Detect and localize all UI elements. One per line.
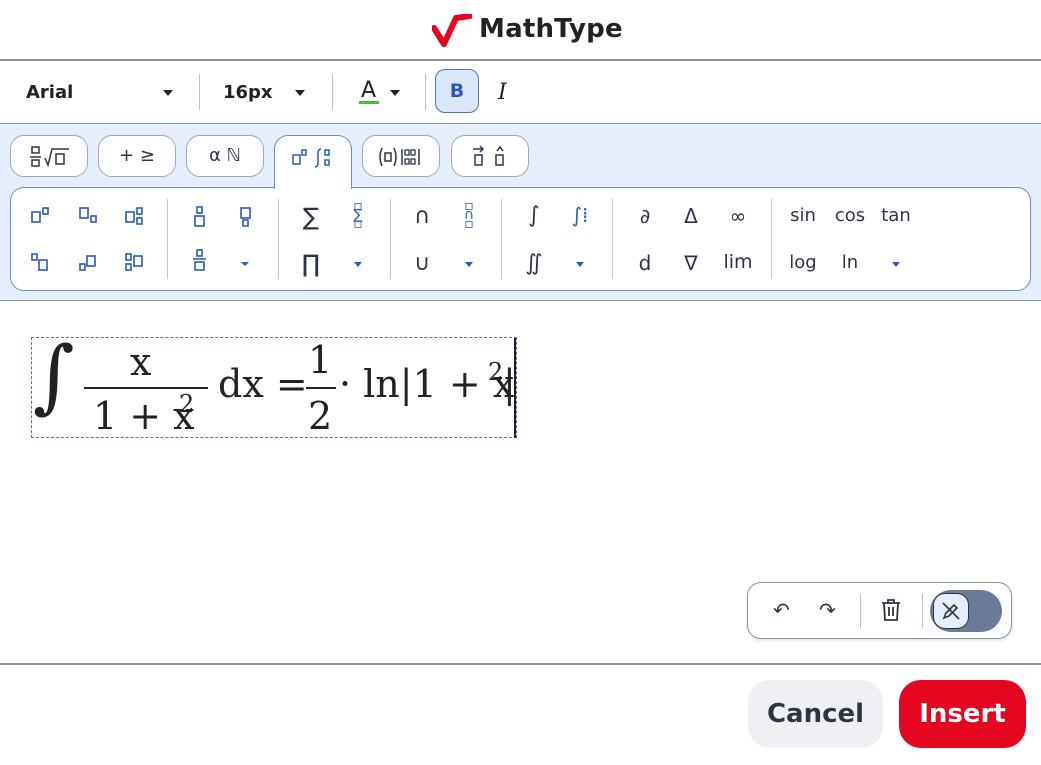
double-integral-button[interactable]: ∬ — [514, 251, 554, 276]
divider — [860, 594, 861, 628]
half-fraction-bar — [306, 387, 336, 389]
script-templates-icon[interactable] — [28, 204, 158, 284]
trash-icon[interactable] — [880, 598, 902, 622]
nabla-button[interactable]: ∇ — [671, 251, 711, 275]
color-chevron-down-icon[interactable] — [390, 90, 400, 96]
undo-icon[interactable]: ↶ — [773, 598, 790, 622]
under-over-templates-icon[interactable] — [190, 204, 260, 284]
italic-button[interactable]: I — [498, 80, 507, 105]
fraction-radical-icon — [30, 146, 69, 168]
text-color-button[interactable]: A — [361, 78, 376, 103]
divider — [199, 74, 200, 110]
mathtype-logo-icon — [432, 14, 472, 47]
format-toolbar — [0, 62, 1041, 123]
integral-more-chevron-icon[interactable] — [576, 262, 584, 267]
divider — [922, 594, 923, 628]
union-button[interactable]: ∪ — [402, 251, 442, 276]
fraction-bar — [84, 387, 208, 389]
half-denominator: 2 — [308, 394, 333, 438]
divider — [332, 74, 333, 110]
tab-symbols[interactable]: α ℕ — [186, 135, 264, 177]
tab-fractions[interactable] — [10, 135, 88, 177]
half-numerator: 1 — [308, 338, 333, 382]
divider — [167, 199, 168, 279]
limit-button[interactable]: lim — [718, 251, 758, 273]
partial-button[interactable]: ∂ — [625, 204, 665, 228]
tab-accents[interactable] — [451, 135, 529, 177]
set-more-chevron-icon[interactable] — [465, 262, 473, 267]
font-chevron-down-icon[interactable] — [163, 90, 173, 96]
brackets-matrix-icon — [379, 147, 420, 167]
app-title: MathType — [479, 14, 623, 44]
header: MathType — [0, 0, 1041, 60]
divider — [425, 74, 426, 110]
vector-hat-icon — [473, 145, 504, 166]
ln-button[interactable]: ln — [830, 252, 870, 273]
integral-button[interactable]: ∫ — [514, 203, 554, 228]
palette-divider — [0, 300, 1041, 301]
sum-button[interactable]: ∑ — [291, 203, 331, 231]
header-divider — [0, 59, 1041, 61]
cos-button[interactable]: cos — [830, 205, 870, 226]
divider — [501, 199, 502, 279]
dx-equals: dx = — [218, 362, 308, 406]
divider — [278, 199, 279, 279]
tan-button[interactable]: tan — [876, 205, 916, 226]
size-select[interactable]: 16px — [223, 82, 273, 103]
integral-sign: ∫ — [33, 329, 75, 422]
divider — [612, 199, 613, 279]
ln-exponent: 2 — [488, 358, 504, 386]
log-button[interactable]: log — [783, 252, 823, 273]
tab-operators[interactable]: + ≥ — [98, 135, 176, 177]
intersection-limits-button[interactable]: ▫ ∩ ▫ — [449, 199, 489, 231]
functions-more-chevron-icon[interactable] — [892, 262, 900, 267]
color-underline — [359, 101, 379, 104]
infinity-button[interactable]: ∞ — [718, 204, 758, 228]
text-cursor — [514, 338, 516, 438]
integral-limits-button[interactable]: ∫⁞ — [560, 203, 600, 227]
script-integral-icon — [292, 148, 330, 168]
handwriting-toggle-knob[interactable] — [933, 593, 969, 629]
tab-scripts-calculus[interactable] — [274, 135, 352, 189]
numerator: x — [130, 340, 152, 384]
size-chevron-down-icon[interactable] — [295, 90, 305, 96]
divider — [390, 199, 391, 279]
intersection-button[interactable]: ∩ — [402, 204, 442, 229]
sum-limits-button[interactable]: ▫ ∑ ▫ — [338, 199, 378, 231]
bold-button[interactable]: B — [435, 69, 479, 113]
divider — [771, 199, 772, 279]
differential-button[interactable]: d — [625, 251, 665, 275]
footer-divider — [0, 663, 1041, 665]
font-select[interactable]: Arial — [26, 82, 73, 103]
delta-button[interactable]: Δ — [671, 204, 711, 228]
handwriting-icon — [942, 602, 960, 620]
sum-more-chevron-icon[interactable] — [354, 262, 362, 267]
insert-button[interactable]: Insert — [899, 680, 1026, 748]
sin-button[interactable]: sin — [783, 205, 823, 226]
denominator-exponent: 2 — [179, 390, 195, 418]
redo-icon[interactable]: ↷ — [819, 598, 836, 622]
tab-brackets-matrices[interactable] — [362, 135, 440, 177]
cancel-button[interactable]: Cancel — [748, 680, 883, 748]
product-button[interactable]: ∏ — [291, 250, 331, 278]
